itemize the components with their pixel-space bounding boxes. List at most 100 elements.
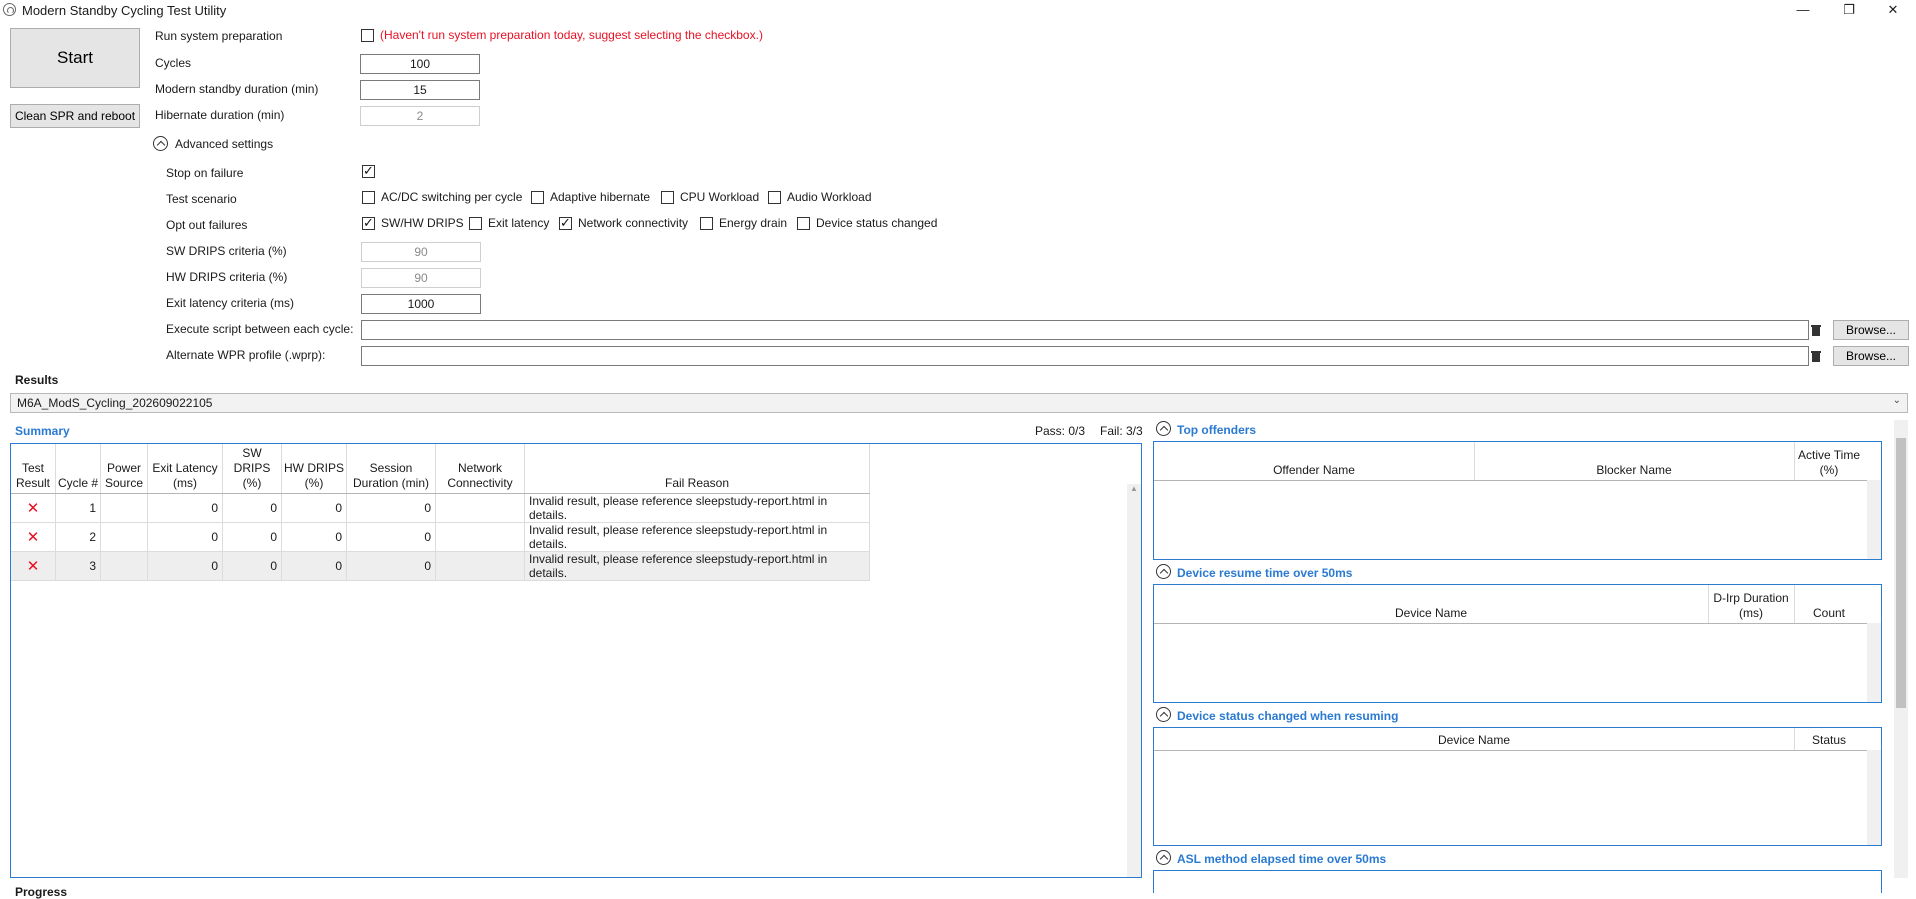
- asl-title[interactable]: ASL method elapsed time over 50ms: [1177, 852, 1386, 866]
- collapse-chevron-icon[interactable]: [153, 136, 168, 151]
- col-cycle[interactable]: Cycle #: [55, 444, 101, 494]
- collapse-chevron-icon[interactable]: [1156, 421, 1171, 436]
- run-prep-warning: (Haven't run system preparation today, s…: [380, 28, 763, 42]
- fail-reason-cell: Invalid result, please reference sleepst…: [524, 551, 870, 581]
- cycle-cell: 2: [55, 522, 101, 552]
- summary-table: Test Result Cycle # Power Source Exit La…: [10, 443, 1142, 878]
- scenario-acdc-checkbox[interactable]: [362, 191, 375, 204]
- scenario-adaptive-hibernate-label[interactable]: Adaptive hibernate: [550, 190, 650, 204]
- col-hw-drips[interactable]: HW DRIPS (%): [281, 444, 347, 494]
- fail-x-icon: ✕: [11, 493, 56, 523]
- results-label: Results: [15, 373, 59, 387]
- optout-device-status-label[interactable]: Device status changed: [816, 216, 937, 230]
- col-device-name[interactable]: Device Name: [1154, 733, 1794, 748]
- scenario-audio-workload-checkbox[interactable]: [768, 191, 781, 204]
- optout-drips-checkbox[interactable]: [362, 215, 375, 231]
- page-scrollbar[interactable]: [1894, 420, 1908, 878]
- power-cell: [100, 493, 148, 523]
- scenario-cpu-workload-checkbox[interactable]: [661, 191, 674, 204]
- scroll-up-icon[interactable]: ▲: [1127, 484, 1141, 493]
- app-icon: [3, 3, 16, 16]
- scrollbar-thumb[interactable]: [1896, 438, 1906, 708]
- sw-drips-cell: 0: [222, 522, 282, 552]
- col-test-result[interactable]: Test Result: [11, 444, 56, 494]
- clean-spr-reboot-button[interactable]: Clean SPR and reboot: [10, 104, 140, 128]
- col-dirp-duration[interactable]: D-Irp Duration (ms): [1708, 591, 1794, 621]
- chevron-down-icon: ⌄: [1892, 395, 1901, 406]
- sw-drips-cell: 0: [222, 493, 282, 523]
- start-button[interactable]: Start: [10, 28, 140, 88]
- close-button[interactable]: ✕: [1870, 0, 1916, 22]
- progress-label: Progress: [15, 885, 68, 899]
- collapse-chevron-icon[interactable]: [1156, 850, 1171, 865]
- col-offender-name[interactable]: Offender Name: [1154, 463, 1474, 478]
- col-exit-latency[interactable]: Exit Latency (ms): [147, 444, 223, 494]
- device-status-table: Device Name Status: [1153, 727, 1882, 846]
- collapse-chevron-icon[interactable]: [1156, 564, 1171, 579]
- script-path-input[interactable]: [361, 320, 1809, 340]
- cycle-cell: 3: [55, 551, 101, 581]
- hw-drips-input[interactable]: 90: [361, 268, 481, 288]
- optout-exit-latency-checkbox[interactable]: [469, 217, 482, 230]
- optout-energy-drain-label[interactable]: Energy drain: [719, 216, 787, 230]
- fail-x-icon: ✕: [11, 522, 56, 552]
- summary-label: Summary: [15, 424, 70, 438]
- wprp-browse-button[interactable]: Browse...: [1833, 346, 1909, 366]
- maximize-button[interactable]: ❐: [1826, 0, 1872, 22]
- hib-duration-input[interactable]: 2: [360, 106, 480, 126]
- optout-drips-label[interactable]: SW/HW DRIPS: [381, 216, 464, 230]
- exit-latency-criteria-label: Exit latency criteria (ms): [166, 296, 295, 310]
- wprp-label: Alternate WPR profile (.wprp):: [166, 348, 326, 362]
- col-status[interactable]: Status: [1794, 733, 1864, 748]
- wprp-path-input[interactable]: [361, 346, 1809, 366]
- optout-network-label[interactable]: Network connectivity: [578, 216, 688, 230]
- network-cell: [435, 522, 525, 552]
- top-offenders-title[interactable]: Top offenders: [1177, 423, 1256, 437]
- device-status-title[interactable]: Device status changed when resuming: [1177, 709, 1398, 723]
- col-network[interactable]: Network Connectivity: [435, 444, 525, 494]
- sw-drips-input[interactable]: 90: [361, 242, 481, 262]
- hw-drips-cell: 0: [281, 551, 347, 581]
- header-row: Test Result Cycle # Power Source Exit La…: [11, 444, 870, 494]
- hw-drips-label: HW DRIPS criteria (%): [166, 270, 288, 284]
- scenario-acdc-label[interactable]: AC/DC switching per cycle: [381, 190, 522, 204]
- ms-duration-label: Modern standby duration (min): [155, 82, 319, 96]
- ms-duration-input[interactable]: 15: [360, 80, 480, 100]
- trash-icon[interactable]: [1811, 350, 1821, 362]
- scrollbar[interactable]: [1867, 750, 1881, 845]
- col-fail-reason[interactable]: Fail Reason: [524, 444, 870, 494]
- summary-scrollbar[interactable]: ▲: [1127, 484, 1141, 877]
- optout-exit-latency-label[interactable]: Exit latency: [488, 216, 549, 230]
- scenario-audio-workload-label[interactable]: Audio Workload: [787, 190, 872, 204]
- scenario-cpu-workload-label[interactable]: CPU Workload: [680, 190, 759, 204]
- optout-energy-drain-checkbox[interactable]: [700, 217, 713, 230]
- device-resume-table: Device Name D-Irp Duration (ms) Count: [1153, 584, 1882, 703]
- collapse-chevron-icon[interactable]: [1156, 707, 1171, 722]
- col-sw-drips[interactable]: SW DRIPS (%): [222, 444, 282, 494]
- col-active-time[interactable]: Active Time (%): [1794, 448, 1864, 478]
- script-browse-button[interactable]: Browse...: [1833, 320, 1909, 340]
- table-row[interactable]: ✕ 1 0 0 0 0 Invalid result, please refer…: [11, 493, 870, 523]
- scenario-adaptive-hibernate-checkbox[interactable]: [531, 191, 544, 204]
- cycles-input[interactable]: 100: [360, 54, 480, 74]
- minimize-button[interactable]: —: [1780, 0, 1826, 22]
- results-run-select[interactable]: M6A_ModS_Cycling_202609022105 ⌄: [10, 393, 1908, 413]
- col-session-duration[interactable]: Session Duration (min): [346, 444, 436, 494]
- col-device-name[interactable]: Device Name: [1154, 606, 1708, 621]
- device-resume-title[interactable]: Device resume time over 50ms: [1177, 566, 1352, 580]
- trash-icon[interactable]: [1811, 324, 1821, 336]
- advanced-settings-toggle[interactable]: Advanced settings: [175, 137, 273, 151]
- table-row[interactable]: ✕ 3 0 0 0 0 Invalid result, please refer…: [11, 551, 870, 581]
- col-blocker-name[interactable]: Blocker Name: [1474, 463, 1794, 478]
- optout-network-checkbox[interactable]: [559, 215, 572, 231]
- optout-device-status-checkbox[interactable]: [797, 217, 810, 230]
- stop-on-failure-checkbox[interactable]: [362, 163, 375, 179]
- exit-latency-criteria-input[interactable]: 1000: [361, 294, 481, 314]
- scrollbar[interactable]: [1867, 623, 1881, 702]
- table-row[interactable]: ✕ 2 0 0 0 0 Invalid result, please refer…: [11, 522, 870, 552]
- scrollbar[interactable]: [1867, 480, 1881, 559]
- opt-out-label: Opt out failures: [166, 218, 248, 232]
- col-count[interactable]: Count: [1794, 606, 1864, 621]
- col-power-source[interactable]: Power Source: [100, 444, 148, 494]
- run-prep-checkbox[interactable]: [361, 29, 374, 42]
